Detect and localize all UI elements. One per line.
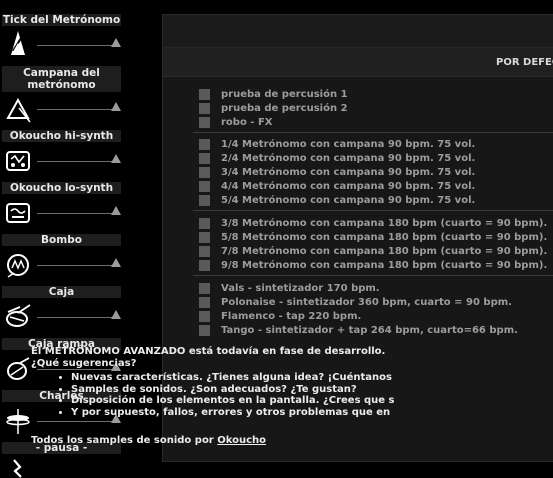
- suggestion-item: Nuevas características. ¿Tienes alguna i…: [71, 372, 411, 384]
- preset-checkbox[interactable]: [199, 195, 210, 206]
- group-divider: [193, 132, 553, 133]
- preset-checkbox[interactable]: [199, 283, 210, 294]
- sidebar-item-label: Okoucho hi-synth: [2, 130, 121, 142]
- preset-label: 5/8 Metrónomo con campana 180 bpm (cuart…: [221, 232, 548, 243]
- credits-author-link[interactable]: Okoucho: [217, 435, 266, 446]
- preset-checkbox[interactable]: [199, 153, 210, 164]
- sidebar-item-label: Bombo: [2, 234, 121, 246]
- preset-label: 9/8 Metrónomo con campana 180 bpm (cuart…: [221, 260, 548, 271]
- volume-slider-track[interactable]: [37, 45, 119, 46]
- group-divider: [193, 275, 553, 276]
- preset-label: prueba de percusión 1: [221, 89, 348, 100]
- preset-label: 4/4 Metrónomo con campana 90 bpm. 75 vol…: [221, 181, 476, 192]
- volume-slider-thumb[interactable]: [111, 102, 121, 111]
- notice-line-2: ¿Qué sugerencias?: [31, 358, 137, 369]
- preset-checkbox[interactable]: [199, 89, 210, 100]
- preset-checkbox[interactable]: [199, 103, 210, 114]
- preset-checkbox[interactable]: [199, 232, 210, 243]
- bass-drum-icon: [7, 254, 29, 278]
- sidebar-item-label: Tick del Metrónomo: [2, 14, 121, 26]
- preset-label: 2/4 Metrónomo con campana 90 bpm. 75 vol…: [221, 153, 476, 164]
- preset-checkbox[interactable]: [199, 218, 210, 229]
- preset-label: prueba de percusión 2: [221, 103, 348, 114]
- credits-text: Todos los samples de sonido por: [31, 435, 218, 446]
- volume-slider-thumb[interactable]: [111, 154, 121, 163]
- preset-checkbox[interactable]: [199, 246, 210, 257]
- volume-slider-track[interactable]: [37, 265, 119, 266]
- preset-label: robo - FX: [221, 117, 273, 128]
- preset-checkbox[interactable]: [199, 297, 210, 308]
- suggestion-item: Samples de sonidos. ¿Son adecuados? ¿Te …: [71, 384, 411, 396]
- snare-rampa-icon: [7, 357, 30, 380]
- credits-line: Todos los samples de sonido por Okoucho: [31, 435, 266, 446]
- preset-label: Vals - sintetizador 170 bpm.: [221, 283, 380, 294]
- preset-label: Polonaise - sintetizador 360 bpm, cuarto…: [221, 297, 512, 308]
- presets-header-title: POR DEFECTO: [496, 57, 553, 68]
- volume-slider-track[interactable]: [37, 161, 119, 162]
- panel-header: POR DEFECTO: [163, 48, 553, 77]
- volume-slider-track[interactable]: [37, 421, 119, 422]
- triangle-bell-icon: [6, 97, 31, 123]
- volume-slider-track[interactable]: [37, 213, 119, 214]
- volume-slider-track[interactable]: [37, 109, 119, 110]
- hihat-icon: [6, 409, 30, 434]
- preset-label: 1/4 Metrónomo con campana 90 bpm. 75 vol…: [221, 139, 476, 150]
- volume-slider-thumb[interactable]: [111, 310, 121, 319]
- suggestion-list: Nuevas características. ¿Tienes alguna i…: [31, 372, 411, 418]
- group-divider: [193, 210, 553, 211]
- rest-icon: [13, 459, 22, 478]
- preset-checkbox[interactable]: [199, 117, 210, 128]
- preset-checkbox[interactable]: [199, 325, 210, 336]
- sidebar-item-label: Okoucho lo-synth: [2, 182, 121, 194]
- metronome-icon: [11, 31, 25, 55]
- preset-label: 5/4 Metrónomo con campana 90 bpm. 75 vol…: [221, 195, 476, 206]
- suggestion-item: Disposición de los elementos en la panta…: [71, 395, 411, 407]
- preset-label: 7/8 Metrónomo con campana 180 bpm (cuart…: [221, 246, 548, 257]
- volume-slider-thumb[interactable]: [111, 38, 121, 47]
- sidebar-item-label: Campana del metrónomo: [2, 66, 121, 92]
- panel-topbar: [163, 15, 553, 48]
- volume-slider-thumb[interactable]: [111, 258, 121, 267]
- preset-label: 3/4 Metrónomo con campana 90 bpm. 75 vol…: [221, 167, 476, 178]
- notice-line-1: El METRÓNOMO AVANZADO está todavía en fa…: [31, 346, 386, 357]
- preset-label: Tango - sintetizador + tap 264 bpm, cuar…: [221, 325, 518, 336]
- preset-label: 3/8 Metrónomo con campana 180 bpm (cuart…: [221, 218, 548, 229]
- development-notice: El METRÓNOMO AVANZADO está todavía en fa…: [31, 346, 411, 418]
- preset-label: Flamenco - tap 220 bpm.: [221, 311, 362, 322]
- preset-checkbox[interactable]: [199, 181, 210, 192]
- synth-lo-icon: [6, 203, 30, 223]
- preset-checkbox[interactable]: [199, 311, 210, 322]
- suggestion-item: Y por supuesto, fallos, errores y otros …: [71, 407, 411, 419]
- snare-drum-icon: [6, 304, 31, 327]
- sidebar-item-label: Caja: [2, 286, 121, 298]
- volume-slider-thumb[interactable]: [111, 206, 121, 215]
- preset-checkbox[interactable]: [199, 139, 210, 150]
- preset-checkbox[interactable]: [199, 260, 210, 271]
- preset-checkbox[interactable]: [199, 167, 210, 178]
- volume-slider-track[interactable]: [37, 317, 119, 318]
- synth-hi-icon: [6, 151, 30, 171]
